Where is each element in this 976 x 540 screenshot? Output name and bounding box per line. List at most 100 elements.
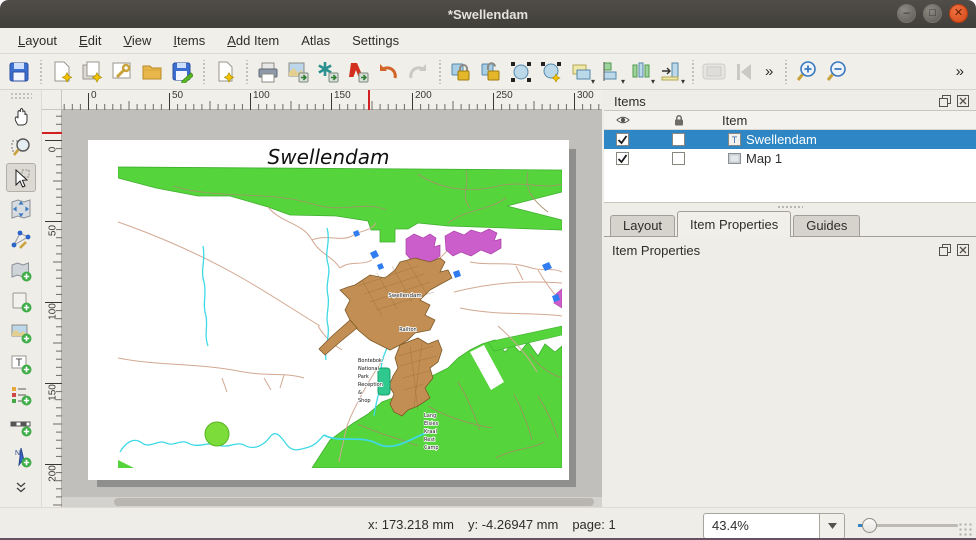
scrollbar-thumb[interactable] [114,498,594,506]
zoom-tool[interactable] [6,132,36,161]
visibility-checkbox[interactable] [616,152,629,165]
layout-canvas[interactable]: Swellendam [62,110,602,497]
right-dock: Items Item [604,90,976,507]
item-row-map1[interactable]: Map 1 [604,149,976,168]
menu-view[interactable]: View [113,30,161,51]
lock-checkbox[interactable] [672,152,685,165]
menu-add-item[interactable]: Add Item [217,30,289,51]
tab-item-properties[interactable]: Item Properties [677,211,791,237]
move-content-icon [10,198,32,220]
zoom-level-combobox[interactable]: 43.4% [703,513,845,539]
menu-atlas[interactable]: Atlas [291,30,340,51]
move-item-content-tool[interactable] [6,194,36,223]
duplicate-layout-icon [81,61,103,83]
toolbar-overflow-icon[interactable]: » [950,63,970,80]
horizontal-scrollbar[interactable] [62,497,602,507]
save-button[interactable] [4,57,34,87]
toolbar-grip[interactable] [10,92,32,99]
close-panel-button[interactable] [956,243,970,257]
items-panel-header: Items [604,90,976,110]
zoom-in-button[interactable] [792,57,822,87]
item-column-header: Item [716,113,976,128]
layout-page[interactable]: Swellendam [88,140,569,480]
toolbar-separator [199,60,208,84]
redo-button[interactable] [403,57,433,87]
close-panel-button[interactable] [956,94,970,108]
edit-nodes-item-tool[interactable] [6,225,36,254]
zoom-in-icon [795,60,819,84]
toolbar-separator [242,60,251,84]
add-3d-map-tool[interactable] [6,287,36,316]
add-scalebar-tool[interactable] [6,411,36,440]
float-panel-button[interactable] [938,94,952,108]
add-label-tool[interactable]: T [6,349,36,378]
toolbar-overflow-icon[interactable]: » [759,63,779,80]
close-button[interactable]: ✕ [949,4,968,23]
titlebar[interactable]: *Swellendam – □ ✕ [0,0,976,28]
menu-items[interactable]: Items [163,30,215,51]
zoom-out-button[interactable] [822,57,852,87]
add-map-tool[interactable] [6,256,36,285]
menu-edit[interactable]: Edit [69,30,111,51]
zoom-level-value[interactable]: 43.4% [704,514,819,538]
window-resize-grip[interactable] [958,522,972,536]
add-picture-tool[interactable] [6,318,36,347]
atlas-preview-icon [702,62,726,82]
items-panel-title: Items [614,94,934,109]
align-items-button[interactable]: ▾ [596,57,626,87]
menu-settings[interactable]: Settings [342,30,409,51]
minimize-button[interactable]: – [897,4,916,23]
print-button[interactable] [253,57,283,87]
pan-tool[interactable] [6,101,36,130]
add-legend-tool[interactable] [6,380,36,409]
deselect-all-button[interactable] [536,57,566,87]
add-north-arrow-tool[interactable]: N [6,442,36,471]
map-item-icon [728,152,741,165]
unlock-all-button[interactable] [476,57,506,87]
tab-guides[interactable]: Guides [793,215,860,236]
raise-items-button[interactable]: ▾ [566,57,596,87]
maximize-button[interactable]: □ [923,4,942,23]
new-layout-button[interactable] [47,57,77,87]
cursor-coordinates: x: 173.218 mmy: -4.26947 mmpage: 1 [368,517,630,532]
select-move-item-tool[interactable] [6,163,36,192]
distribute-items-button[interactable]: ▾ [626,57,656,87]
resize-items-button[interactable]: ▾ [656,57,686,87]
export-svg-button[interactable] [313,57,343,87]
duplicate-layout-button[interactable] [77,57,107,87]
atlas-preview-button[interactable] [699,57,729,87]
vertical-ruler[interactable]: 0 50 100 150 200 [42,110,62,507]
item-properties-title: Item Properties [612,243,934,258]
float-panel-button[interactable] [938,243,952,257]
tab-layout[interactable]: Layout [610,215,675,236]
coord-x: x: 173.218 mm [368,517,454,532]
more-tools-button[interactable] [6,473,36,502]
export-image-button[interactable] [283,57,313,87]
svg-text:Kraal: Kraal [424,429,437,435]
atlas-first-feature-button[interactable] [729,57,759,87]
add-pages-button[interactable] [210,57,240,87]
select-all-button[interactable] [506,57,536,87]
export-pdf-button[interactable] [343,57,373,87]
add-label-icon: T [10,353,32,375]
zoom-dropdown-button[interactable] [819,514,844,538]
layout-manager-button[interactable] [107,57,137,87]
map-item[interactable]: Swellendam Railton Bontebok National Par… [118,166,562,468]
horizontal-ruler[interactable]: 0 50 100 150 200 250 300 [62,90,602,110]
ruler-label: 200 [48,464,59,484]
align-items-icon [600,61,622,83]
lock-items-button[interactable] [446,57,476,87]
chevron-double-down-icon [14,482,28,494]
open-layout-button[interactable] [137,57,167,87]
menu-layout[interactable]: Layout [8,30,67,51]
visibility-checkbox[interactable] [616,133,629,146]
undo-button[interactable] [373,57,403,87]
save-as-template-button[interactable] [167,57,197,87]
zoom-slider-handle[interactable] [862,518,877,533]
svg-text:&: & [358,390,362,396]
zoom-tool-icon [10,136,32,158]
dock-splitter[interactable] [604,203,976,211]
zoom-slider[interactable] [858,524,958,527]
lock-checkbox[interactable] [672,133,685,146]
item-row-swellendam[interactable]: T Swellendam [604,130,976,149]
